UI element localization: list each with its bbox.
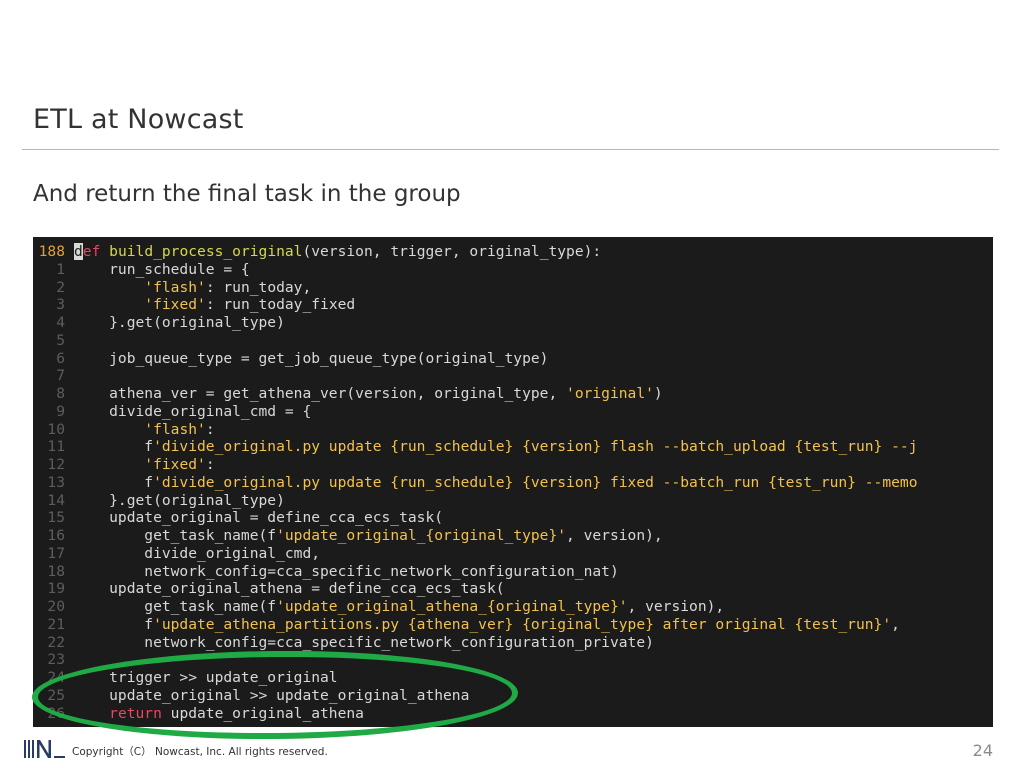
code-text: athena_ver = get_athena_ver(version, ori… <box>74 385 663 403</box>
code-token: get_task_name(f <box>74 527 277 544</box>
line-number: 14 <box>47 491 65 509</box>
code-token: f <box>74 473 154 491</box>
code-token: 'fixed' <box>144 296 206 314</box>
line-number: 4 <box>56 314 65 331</box>
line-number: 7 <box>56 367 65 385</box>
code-token: , version), <box>566 527 663 544</box>
code-token: 'original' <box>566 385 654 402</box>
code-token: (version, trigger, original_type): <box>302 243 602 260</box>
copyright-text: Copyright（C） Nowcast, Inc. All rights re… <box>72 746 328 758</box>
code-token: 'fixed' <box>144 456 206 473</box>
line-number: 11 <box>47 438 65 456</box>
code-token: d <box>74 243 83 260</box>
code-token: f <box>74 615 154 633</box>
line-number: 10 <box>47 420 65 438</box>
code-text: run_schedule = { <box>74 261 250 279</box>
line-number: 188 <box>38 243 65 260</box>
code-token: athena_ver = get_athena_ver(version, ori… <box>74 385 567 402</box>
code-text: network_config=cca_specific_network_conf… <box>74 634 654 652</box>
line-number: 20 <box>47 598 65 615</box>
code-token: get_task_name(f <box>74 598 277 615</box>
code-token: : <box>205 456 215 473</box>
code-token: 'divide_original.py update {run_schedule… <box>153 438 918 456</box>
code-text: 'flash': <box>74 420 215 439</box>
code-token: 'flash' <box>144 420 206 438</box>
line-number: 1 <box>56 260 65 278</box>
code-token: : run_today_fixed <box>205 296 356 314</box>
line-number: 6 <box>56 349 65 367</box>
line-number: 8 <box>56 385 65 402</box>
code-text: }.get(original_type) <box>74 492 285 510</box>
code-text: f'divide_original.py update {run_schedul… <box>74 474 917 492</box>
line-number: 22 <box>47 633 65 651</box>
code-token: 'update_original_athena_{original_type}' <box>276 598 628 615</box>
code-text: f'divide_original.py update {run_schedul… <box>74 438 917 456</box>
line-number: 9 <box>56 402 65 420</box>
line-number: 21 <box>47 615 65 633</box>
code-token: 'update_athena_partitions.py {athena_ver… <box>153 615 892 633</box>
line-number: 3 <box>56 296 65 314</box>
page-number: 24 <box>972 741 993 760</box>
nowcast-logo-icon <box>24 740 65 758</box>
code-token: : run_today, <box>205 278 312 296</box>
code-token: ef <box>82 243 101 260</box>
code-text: job_queue_type = get_job_queue_type(orig… <box>74 350 548 368</box>
code-text: 'flash': run_today, <box>74 279 311 297</box>
code-text: 'fixed': <box>74 456 215 474</box>
code-text: }.get(original_type) <box>74 314 285 332</box>
code-token: , <box>891 615 900 633</box>
code-token: update_original = define_cca_ecs_task( <box>74 509 444 527</box>
code-token: 'divide_original.py update {run_schedule… <box>153 473 918 491</box>
code-text: divide_original_cmd, <box>74 545 320 563</box>
code-token: run_schedule = { <box>74 260 250 278</box>
code-token: job_queue_type = get_job_queue_type(orig… <box>74 349 549 367</box>
code-text: update_original_athena = define_cca_ecs_… <box>74 580 505 598</box>
code-token: : <box>205 420 215 438</box>
code-token: 'update_original_{original_type}' <box>276 527 567 544</box>
code-token: }.get(original_type) <box>74 491 285 509</box>
code-token: , version), <box>627 598 725 615</box>
line-number: 17 <box>47 544 65 562</box>
code-screenshot: 188 def build_process_original(version, t… <box>33 237 993 727</box>
code-token: divide_original_cmd = { <box>74 402 312 420</box>
code-token: 'flash' <box>144 278 206 296</box>
code-text: update_original = define_cca_ecs_task( <box>74 509 443 527</box>
title-divider <box>22 149 999 150</box>
code-text: 'fixed': run_today_fixed <box>74 296 355 314</box>
line-number: 18 <box>47 562 65 580</box>
code-token: f <box>74 438 154 456</box>
slide-title: ETL at Nowcast <box>33 104 244 135</box>
slide-subtitle: And return the final task in the group <box>33 181 461 207</box>
code-text: get_task_name(f'update_original_{origina… <box>74 527 663 545</box>
code-token: network_config=cca_specific_network_conf… <box>74 562 619 580</box>
line-number: 15 <box>47 509 65 527</box>
code-token: network_config=cca_specific_network_conf… <box>74 633 654 651</box>
line-number: 23 <box>47 651 65 669</box>
code-text: get_task_name(f'update_original_athena_{… <box>74 598 724 616</box>
code-text: network_config=cca_specific_network_conf… <box>74 562 619 581</box>
line-number: 12 <box>47 456 65 473</box>
code-token: build_process_original <box>109 243 303 260</box>
line-number: 2 <box>56 278 65 296</box>
line-number: 5 <box>56 331 65 349</box>
code-token: }.get(original_type) <box>74 314 285 331</box>
code-token: ) <box>653 385 663 402</box>
code-token: update_original_athena = define_cca_ecs_… <box>74 580 505 598</box>
code-text: divide_original_cmd = { <box>74 403 311 421</box>
line-number: 19 <box>47 580 65 598</box>
line-number: 13 <box>47 473 65 491</box>
line-number: 16 <box>47 527 65 544</box>
code-text: f'update_athena_partitions.py {athena_ve… <box>74 616 900 634</box>
code-token: divide_original_cmd, <box>74 544 321 562</box>
code-text: def build_process_original(version, trig… <box>74 243 601 261</box>
